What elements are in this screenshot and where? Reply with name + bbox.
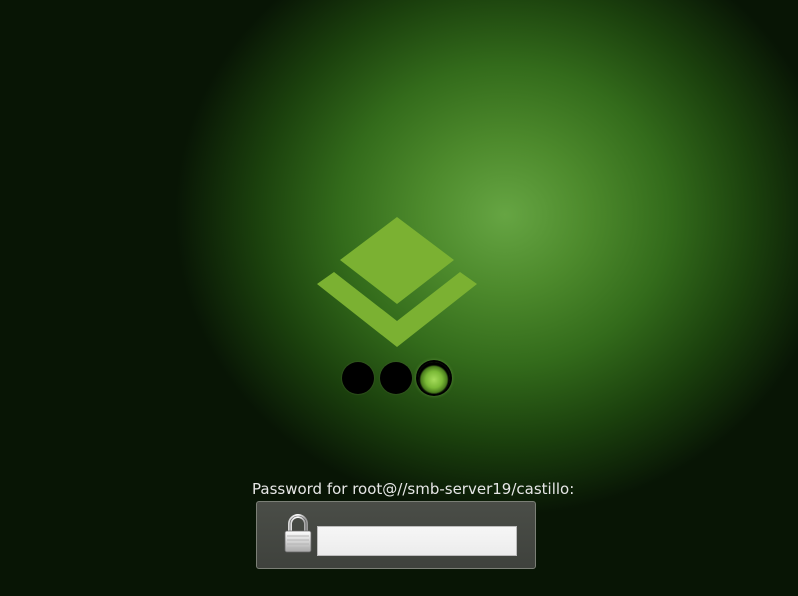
password-input[interactable] [317, 526, 517, 556]
progress-dot [342, 362, 374, 394]
password-panel [256, 501, 536, 569]
layers-logo-icon [317, 217, 477, 347]
password-prompt-label: Password for root@//smb-server19/castill… [252, 480, 575, 498]
padlock-icon [284, 514, 312, 553]
boot-progress-indicator [342, 362, 452, 396]
progress-dot-active [418, 362, 450, 394]
progress-dot [380, 362, 412, 394]
